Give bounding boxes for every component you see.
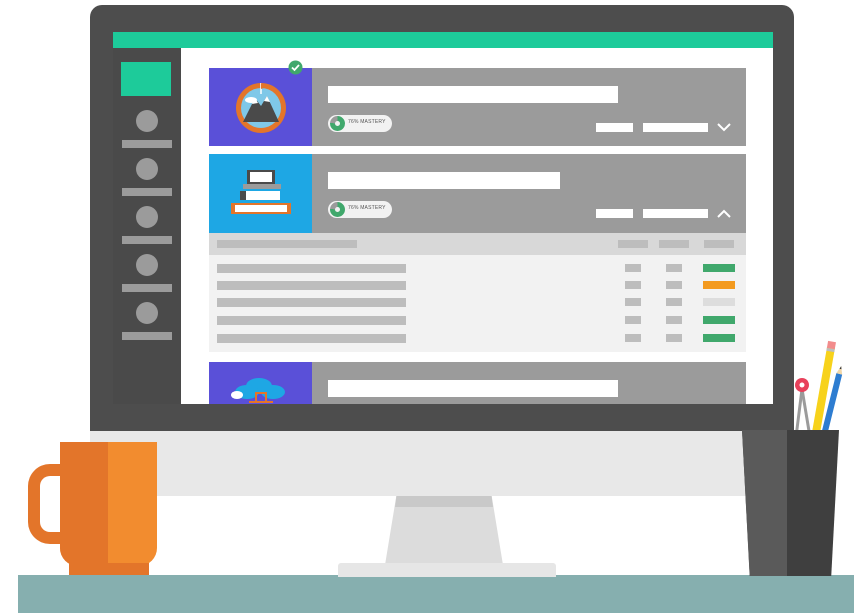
pencil-cup-shadow [742,430,787,576]
sidebar-item-label[interactable] [122,284,172,292]
row-cell [625,264,641,272]
mastery-pill: 76% MASTERY [328,115,392,132]
course-meta [643,209,708,218]
sidebar-item-icon[interactable] [136,254,158,276]
sidebar [113,48,181,404]
mastery-label: 76% MASTERY [348,119,386,125]
sidebar-item-icon[interactable] [136,110,158,132]
mountain-compass-icon [236,83,286,133]
table-row[interactable] [209,334,746,344]
table-row[interactable] [209,316,746,326]
course-thumbnail [209,362,312,404]
column-header [217,240,357,248]
pencils-icon [794,340,843,437]
monitor-chin [90,430,794,496]
row-cell [666,264,682,272]
status-bar [703,281,735,289]
sidebar-item-icon[interactable] [136,302,158,324]
row-title [217,281,406,290]
mug-shadow [60,442,108,566]
table-row[interactable] [209,298,746,308]
column-header [704,240,734,248]
mastery-pill: 76% MASTERY [328,201,392,218]
mastery-pie-icon [330,202,345,217]
course-title [328,86,618,103]
row-title [217,298,406,307]
column-header [618,240,648,248]
row-cell [666,298,682,306]
table-row[interactable] [209,264,746,274]
desk-surface [18,575,854,613]
table-header [209,233,746,255]
mastery-pie-icon [330,116,345,131]
course-card[interactable] [209,362,746,404]
sidebar-item-icon[interactable] [136,206,158,228]
table-row[interactable] [209,281,746,291]
sidebar-item-label[interactable] [122,236,172,244]
course-card[interactable]: 76% MASTERY [209,68,746,146]
monitor-stand-base [338,563,556,577]
chevron-up-icon[interactable] [716,207,732,219]
row-cell [666,281,682,289]
course-card[interactable]: 76% MASTERY [209,154,746,233]
sidebar-item-label[interactable] [122,140,172,148]
row-cell [625,298,641,306]
course-meta [596,123,633,132]
books-laptop-icon [231,170,291,214]
status-bar [703,334,735,342]
course-title [328,172,560,189]
row-title [217,264,406,273]
course-title [328,380,618,397]
row-cell [666,316,682,324]
status-bar [703,264,735,272]
course-thumbnail [209,154,312,233]
column-header [659,240,689,248]
course-meta [643,123,708,132]
course-meta [596,209,633,218]
status-bar [703,298,735,306]
mug-base [69,563,149,575]
status-bar [703,316,735,324]
sidebar-item-icon[interactable] [136,158,158,180]
row-title [217,316,406,325]
sidebar-item-label[interactable] [122,188,172,196]
cloud-network-icon [231,378,285,403]
monitor-screen: 76% MASTERY 76% MASTERY [113,32,773,404]
row-cell [666,334,682,342]
mastery-label: 76% MASTERY [348,205,386,211]
row-cell [625,334,641,342]
row-title [217,334,406,343]
app-header-bar [113,32,773,48]
sidebar-item-label[interactable] [122,332,172,340]
course-thumbnail [209,68,312,146]
check-circle-icon [288,60,303,75]
course-detail-table [209,233,746,352]
sidebar-logo[interactable] [121,62,171,96]
row-cell [625,316,641,324]
row-cell [625,281,641,289]
chevron-down-icon[interactable] [716,121,732,133]
